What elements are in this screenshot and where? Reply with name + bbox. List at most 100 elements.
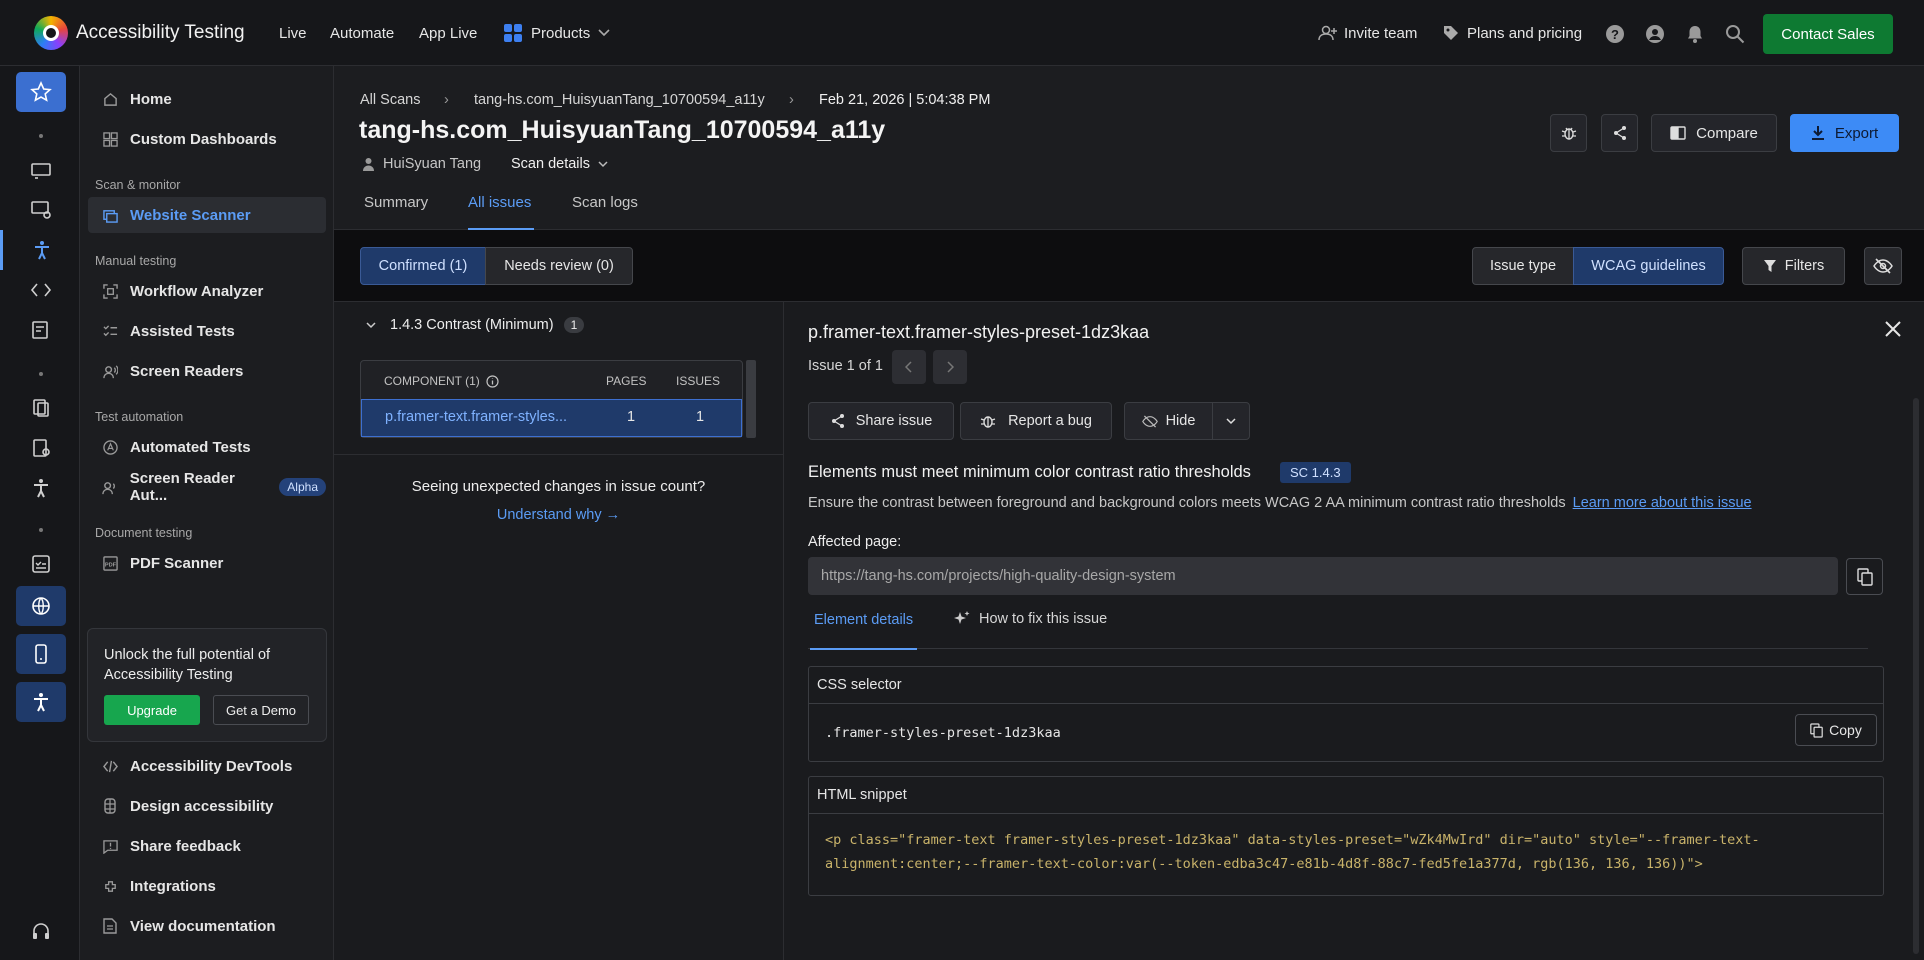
contact-sales-button[interactable]: Contact Sales bbox=[1763, 14, 1893, 54]
learn-more-link[interactable]: Learn more about this issue bbox=[1573, 495, 1752, 511]
copy-selector-button[interactable]: Copy bbox=[1795, 714, 1877, 746]
download-icon bbox=[1811, 125, 1825, 141]
breadcrumb-all-scans[interactable]: All Scans bbox=[360, 92, 420, 108]
affected-page-url[interactable]: https://tang-hs.com/projects/high-qualit… bbox=[808, 557, 1838, 595]
rail-separator bbox=[39, 134, 43, 138]
rail-separator bbox=[39, 528, 43, 532]
bell-icon[interactable] bbox=[1685, 24, 1705, 44]
filters-button[interactable]: Filters bbox=[1742, 247, 1845, 285]
sidebar-item-workflow-analyzer[interactable]: Workflow Analyzer bbox=[88, 273, 326, 309]
owner-name: HuiSyuan Tang bbox=[383, 156, 482, 172]
scan-details-dropdown[interactable]: Scan details bbox=[511, 156, 608, 172]
rule-description: Ensure the contrast between foreground a… bbox=[808, 495, 1752, 511]
sidebar-item-screen-readers[interactable]: Screen Readers bbox=[88, 353, 326, 389]
app-logo[interactable] bbox=[34, 16, 68, 50]
grid-icon bbox=[503, 23, 523, 43]
issue-group-header[interactable]: 1.4.3 Contrast (Minimum) 1 bbox=[366, 317, 585, 333]
sidebar-item-view-documentation[interactable]: View documentation bbox=[88, 908, 326, 944]
sidebar-item-home[interactable]: Home bbox=[88, 81, 326, 117]
products-menu[interactable]: Products bbox=[503, 0, 610, 66]
tab-element-details[interactable]: Element details bbox=[810, 612, 918, 650]
get-demo-button[interactable]: Get a Demo bbox=[213, 695, 309, 725]
nav-automate[interactable]: Automate bbox=[330, 0, 394, 66]
sidebar-item-pdf-scanner[interactable]: PDF PDF Scanner bbox=[88, 545, 326, 581]
checklist-icon[interactable] bbox=[16, 544, 66, 584]
profile-icon[interactable] bbox=[1645, 24, 1665, 44]
sidebar-item-automated-tests[interactable]: Automated Tests bbox=[88, 429, 326, 465]
sidebar-item-assisted-tests[interactable]: Assisted Tests bbox=[88, 313, 326, 349]
live-icon[interactable] bbox=[16, 150, 66, 190]
headset-icon[interactable] bbox=[16, 912, 66, 952]
sidebar-item-screen-reader-automation[interactable]: Screen Reader Aut... Alpha bbox=[88, 469, 326, 505]
code-icon[interactable] bbox=[16, 270, 66, 310]
sidebar-item-design-accessibility[interactable]: Design accessibility bbox=[88, 788, 326, 824]
checklist-icon bbox=[102, 323, 118, 339]
accessibility-icon[interactable] bbox=[0, 230, 80, 270]
sidebar-item-label: PDF Scanner bbox=[130, 554, 224, 572]
next-issue-button[interactable] bbox=[933, 350, 967, 384]
sidebar-item-devtools[interactable]: Accessibility DevTools bbox=[88, 748, 326, 784]
tab-all-issues[interactable]: All issues bbox=[468, 194, 534, 230]
wcag-guidelines-toggle[interactable]: WCAG guidelines bbox=[1573, 247, 1724, 285]
sidebar-item-label: Home bbox=[130, 90, 172, 108]
report-icon[interactable] bbox=[16, 310, 66, 350]
test-doc-icon[interactable] bbox=[16, 428, 66, 468]
understand-why-link[interactable]: Understand why → bbox=[334, 507, 783, 523]
how-to-fix-label: How to fix this issue bbox=[979, 611, 1108, 627]
mobile-icon[interactable] bbox=[16, 634, 66, 674]
star-icon[interactable] bbox=[16, 72, 66, 112]
hide-columns-button[interactable] bbox=[1864, 247, 1902, 285]
sidebar-item-label: Website Scanner bbox=[130, 206, 251, 224]
compare-label: Compare bbox=[1696, 124, 1758, 142]
table-scrollbar[interactable] bbox=[746, 360, 756, 438]
close-icon[interactable] bbox=[1884, 320, 1902, 338]
automate-icon[interactable] bbox=[16, 190, 66, 230]
info-icon[interactable] bbox=[486, 374, 499, 388]
copy-pages-icon[interactable] bbox=[16, 388, 66, 428]
sidebar-item-integrations[interactable]: Integrations bbox=[88, 868, 326, 904]
issue-list-panel: 1.4.3 Contrast (Minimum) 1 COMPONENT (1)… bbox=[334, 302, 784, 960]
eye-off-icon bbox=[1141, 414, 1158, 428]
search-icon[interactable] bbox=[1725, 24, 1745, 44]
accessibility-app-icon[interactable] bbox=[16, 682, 66, 722]
upgrade-button[interactable]: Upgrade bbox=[104, 695, 200, 725]
help-icon[interactable]: ? bbox=[1605, 24, 1625, 44]
sidebar-item-share-feedback[interactable]: Share feedback bbox=[88, 828, 326, 864]
report-bug-button[interactable]: Report a bug bbox=[960, 402, 1112, 440]
rule-description-text: Ensure the contrast between foreground a… bbox=[808, 495, 1566, 511]
detail-scrollbar[interactable] bbox=[1913, 398, 1919, 954]
hide-issue-button[interactable]: Hide bbox=[1124, 402, 1213, 440]
table-row[interactable]: p.framer-text.framer-styles... 1 1 bbox=[361, 399, 742, 437]
plans-pricing-link[interactable]: Plans and pricing bbox=[1443, 0, 1582, 66]
sidebar-item-custom-dashboards[interactable]: Custom Dashboards bbox=[88, 121, 326, 157]
app-title[interactable]: Accessibility Testing bbox=[76, 0, 245, 66]
document-icon bbox=[102, 918, 118, 934]
compare-button[interactable]: Compare bbox=[1651, 114, 1777, 152]
breadcrumb-scan-name[interactable]: tang-hs.com_HuisyuanTang_10700594_a11y bbox=[474, 92, 765, 108]
promo-text: Unlock the full potential of Accessibili… bbox=[104, 647, 271, 683]
export-button[interactable]: Export bbox=[1790, 114, 1899, 152]
copy-url-button[interactable] bbox=[1846, 558, 1883, 595]
compare-icon bbox=[1670, 125, 1686, 141]
chevron-down-icon bbox=[598, 29, 610, 37]
tab-summary[interactable]: Summary bbox=[364, 194, 428, 230]
person-icon[interactable] bbox=[16, 468, 66, 508]
share-button[interactable] bbox=[1601, 114, 1638, 152]
confirmed-toggle[interactable]: Confirmed (1) bbox=[360, 247, 486, 285]
hide-options-dropdown[interactable] bbox=[1212, 402, 1250, 440]
needs-review-toggle[interactable]: Needs review (0) bbox=[485, 247, 633, 285]
report-bug-icon-button[interactable] bbox=[1550, 114, 1587, 152]
previous-issue-button[interactable] bbox=[892, 350, 926, 384]
home-icon bbox=[102, 91, 118, 107]
tab-how-to-fix[interactable]: How to fix this issue bbox=[953, 610, 1107, 628]
nav-app-live[interactable]: App Live bbox=[419, 0, 477, 66]
sidebar-item-website-scanner[interactable]: Website Scanner bbox=[88, 197, 326, 233]
nav-live[interactable]: Live bbox=[279, 0, 307, 66]
globe-icon[interactable] bbox=[16, 586, 66, 626]
invite-team-button[interactable]: Invite team bbox=[1318, 0, 1417, 66]
tab-scan-logs[interactable]: Scan logs bbox=[572, 194, 638, 230]
sidebar-item-label: Custom Dashboards bbox=[130, 130, 277, 148]
screen-reader-auto-icon bbox=[102, 479, 118, 495]
share-issue-button[interactable]: Share issue bbox=[808, 402, 954, 440]
issue-type-toggle[interactable]: Issue type bbox=[1472, 247, 1574, 285]
